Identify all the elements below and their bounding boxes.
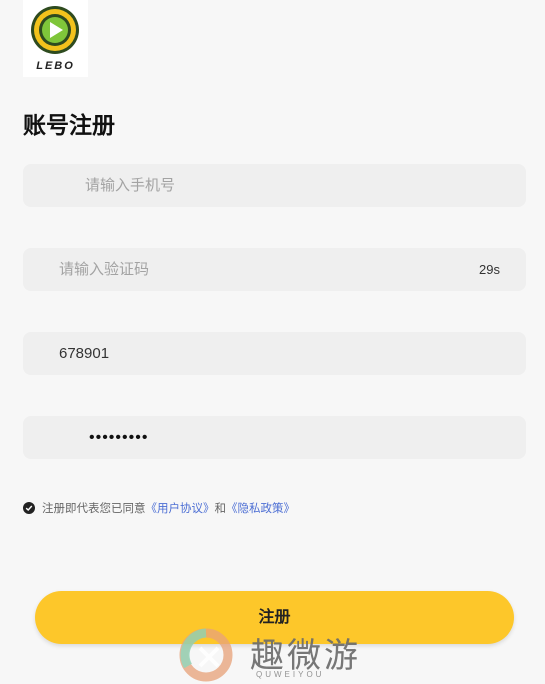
play-icon [31,6,79,54]
watermark: 趣微游 QUWEIYOU [178,626,368,684]
resend-countdown: 29s [479,262,500,277]
agreement-and: 和 [214,503,227,515]
agreement-row: 注册即代表您已同意 《用户协议》 和 《隐私政策》 [23,500,295,516]
password-input[interactable] [89,416,489,459]
code-field[interactable]: 29s [23,248,526,291]
agree-checkbox[interactable] [23,502,35,514]
app-logo: LEBO [23,0,88,77]
verification-code-input[interactable] [59,248,459,291]
watermark-subtext: QUWEIYOU [256,670,325,679]
logo-text: LEBO [36,60,75,72]
privacy-policy-link[interactable]: 《隐私政策》 [226,500,295,516]
password-field[interactable] [23,416,526,459]
username-input[interactable] [59,332,499,375]
page-title: 账号注册 [23,112,115,138]
checkmark-icon [25,505,33,511]
phone-field[interactable] [23,164,526,207]
username-field[interactable] [23,332,526,375]
watermark-logo-icon [179,628,233,682]
agreement-prefix: 注册即代表您已同意 [42,503,146,515]
phone-input[interactable] [85,164,505,207]
user-agreement-link[interactable]: 《用户协议》 [146,500,215,516]
